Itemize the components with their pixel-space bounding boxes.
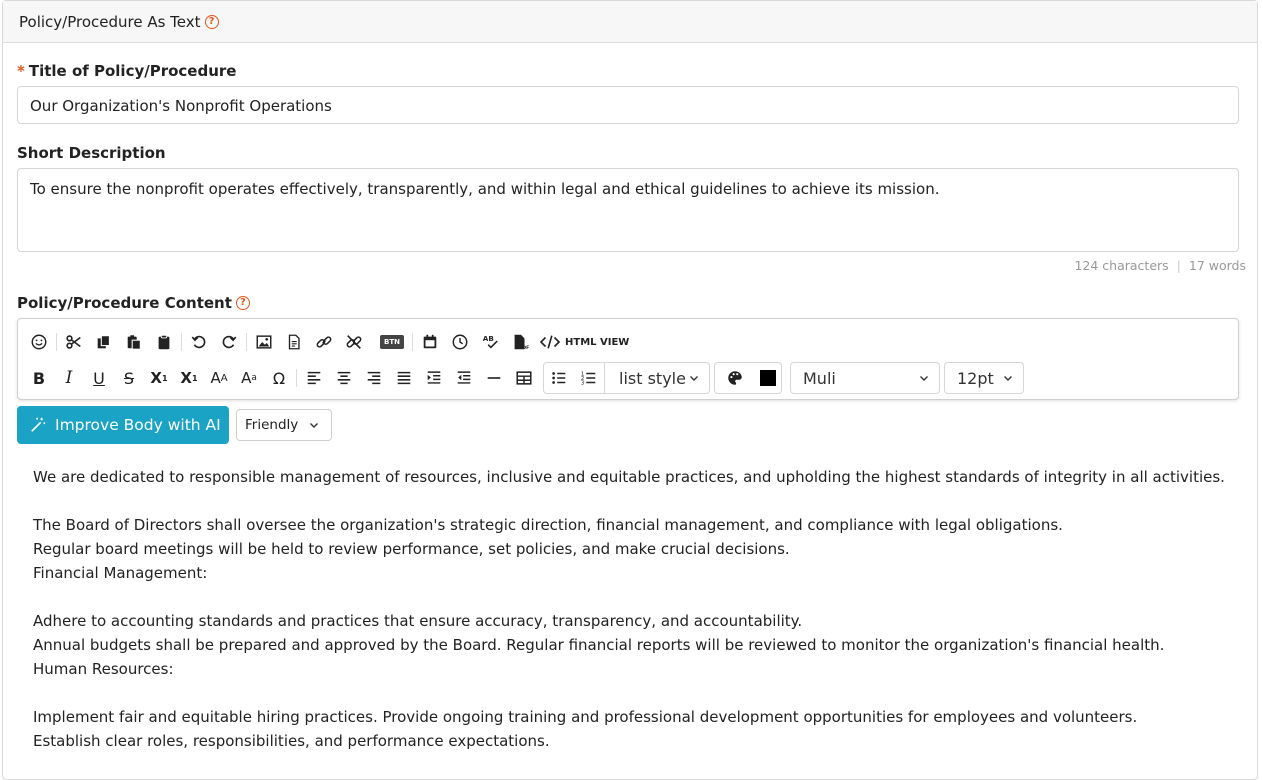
help-icon[interactable]: ? xyxy=(204,14,219,29)
underline-icon[interactable]: U xyxy=(84,364,114,392)
strikethrough-icon[interactable]: S xyxy=(114,364,144,392)
rich-text-toolbar: BTN AB PDF HTML VIEW B I U S X1 X1 AA Aa… xyxy=(17,318,1239,400)
body-line: Establish clear roles, responsibilities,… xyxy=(33,732,550,750)
toolbar-divider xyxy=(56,333,57,351)
card-header: Policy/Procedure As Text ? xyxy=(3,1,1257,43)
required-asterisk: * xyxy=(17,62,25,80)
title-input[interactable]: Our Organization's Nonprofit Operations xyxy=(17,86,1239,124)
redo-icon[interactable] xyxy=(214,328,244,356)
body-line: The Board of Directors shall oversee the… xyxy=(33,516,1063,534)
html-view-button[interactable]: HTML VIEW xyxy=(535,333,633,351)
body-line: Human Resources: xyxy=(33,660,174,678)
body-blank-line xyxy=(33,681,1233,705)
italic-icon[interactable]: I xyxy=(54,364,84,392)
bullet-list-icon[interactable] xyxy=(544,364,574,392)
svg-text:PDF: PDF xyxy=(519,345,529,351)
bold-icon[interactable]: B xyxy=(24,364,54,392)
calendar-icon[interactable] xyxy=(415,328,445,356)
chevron-down-icon xyxy=(690,376,698,381)
section-title: Policy/Procedure As Text xyxy=(19,12,201,31)
toolbar-divider xyxy=(181,333,182,351)
image-icon[interactable] xyxy=(249,328,279,356)
horizontal-rule-icon[interactable] xyxy=(479,364,509,392)
table-icon[interactable] xyxy=(509,364,539,392)
svg-text:AB: AB xyxy=(483,334,494,343)
body-line: Annual budgets shall be prepared and app… xyxy=(33,636,1165,654)
toolbar-divider xyxy=(246,333,247,351)
chevron-down-icon xyxy=(310,423,318,428)
toolbar-divider xyxy=(371,333,372,351)
superscript-icon[interactable]: X1 xyxy=(144,364,174,392)
editor-body[interactable]: We are dedicated to responsible manageme… xyxy=(33,465,1233,753)
chevron-down-icon xyxy=(920,376,928,381)
link-icon[interactable] xyxy=(309,328,339,356)
justify-icon[interactable] xyxy=(389,364,419,392)
char-count: 124 characters xyxy=(1074,258,1169,273)
toolbar-divider xyxy=(412,333,413,351)
toolbar-row-2: B I U S X1 X1 AA Aa Ω 123 list style Mul… xyxy=(24,362,1024,394)
palette-icon[interactable] xyxy=(720,364,750,392)
body-line: We are dedicated to responsible manageme… xyxy=(33,468,1225,486)
unlink-icon[interactable] xyxy=(339,328,369,356)
cut-icon[interactable] xyxy=(59,328,89,356)
chevron-down-icon xyxy=(1004,376,1012,381)
description-label: Short Description xyxy=(17,144,166,162)
description-textarea[interactable]: To ensure the nonprofit operates effecti… xyxy=(17,168,1239,252)
body-line: Implement fair and equitable hiring prac… xyxy=(33,708,1138,726)
button-icon[interactable]: BTN xyxy=(374,328,410,356)
svg-text:3: 3 xyxy=(581,380,584,386)
word-count: 17 words xyxy=(1188,258,1246,273)
improve-with-ai-button[interactable]: Improve Body with AI xyxy=(17,406,229,444)
color-group xyxy=(714,362,782,394)
align-center-icon[interactable] xyxy=(329,364,359,392)
spellcheck-icon[interactable]: AB xyxy=(475,328,505,356)
list-style-select[interactable]: list style xyxy=(605,369,709,388)
code-icon xyxy=(539,335,561,349)
outdent-icon[interactable] xyxy=(449,364,479,392)
special-char-icon[interactable]: Ω xyxy=(264,364,294,392)
font-size-down-icon[interactable]: Aa xyxy=(234,364,264,392)
body-blank-line xyxy=(33,489,1233,513)
indent-icon[interactable] xyxy=(419,364,449,392)
undo-icon[interactable] xyxy=(184,328,214,356)
numbered-list-icon[interactable]: 123 xyxy=(574,364,604,392)
toolbar-divider xyxy=(296,369,297,387)
subscript-icon[interactable]: X1 xyxy=(174,364,204,392)
text-color-swatch[interactable] xyxy=(760,370,776,386)
body-line: Adhere to accounting standards and pract… xyxy=(33,612,803,630)
magic-wand-icon xyxy=(31,417,46,432)
body-line: Financial Management: xyxy=(33,564,208,582)
title-label: * Title of Policy/Procedure xyxy=(17,62,237,80)
font-size-up-icon[interactable]: AA xyxy=(204,364,234,392)
clock-icon[interactable] xyxy=(445,328,475,356)
document-icon[interactable] xyxy=(279,328,309,356)
body-blank-line xyxy=(33,585,1233,609)
content-help-icon[interactable]: ? xyxy=(235,296,250,310)
paste-icon[interactable] xyxy=(119,328,149,356)
align-right-icon[interactable] xyxy=(359,364,389,392)
font-size-select[interactable]: 12pt xyxy=(944,362,1024,394)
emoji-icon[interactable] xyxy=(24,328,54,356)
toolbar-row-1: BTN AB PDF HTML VIEW xyxy=(24,326,633,358)
list-group: 123 list style xyxy=(543,362,710,394)
align-left-icon[interactable] xyxy=(299,364,329,392)
font-family-select[interactable]: Muli xyxy=(790,362,940,394)
body-line: Regular board meetings will be held to r… xyxy=(33,540,790,558)
description-counter: 124 characters | 17 words xyxy=(1074,258,1246,273)
copy-icon[interactable] xyxy=(89,328,119,356)
tone-select[interactable]: Friendly xyxy=(236,409,332,441)
pdf-icon[interactable]: PDF xyxy=(505,328,535,356)
paste-text-icon[interactable] xyxy=(149,328,179,356)
content-label: Policy/Procedure Content ? xyxy=(17,294,250,312)
